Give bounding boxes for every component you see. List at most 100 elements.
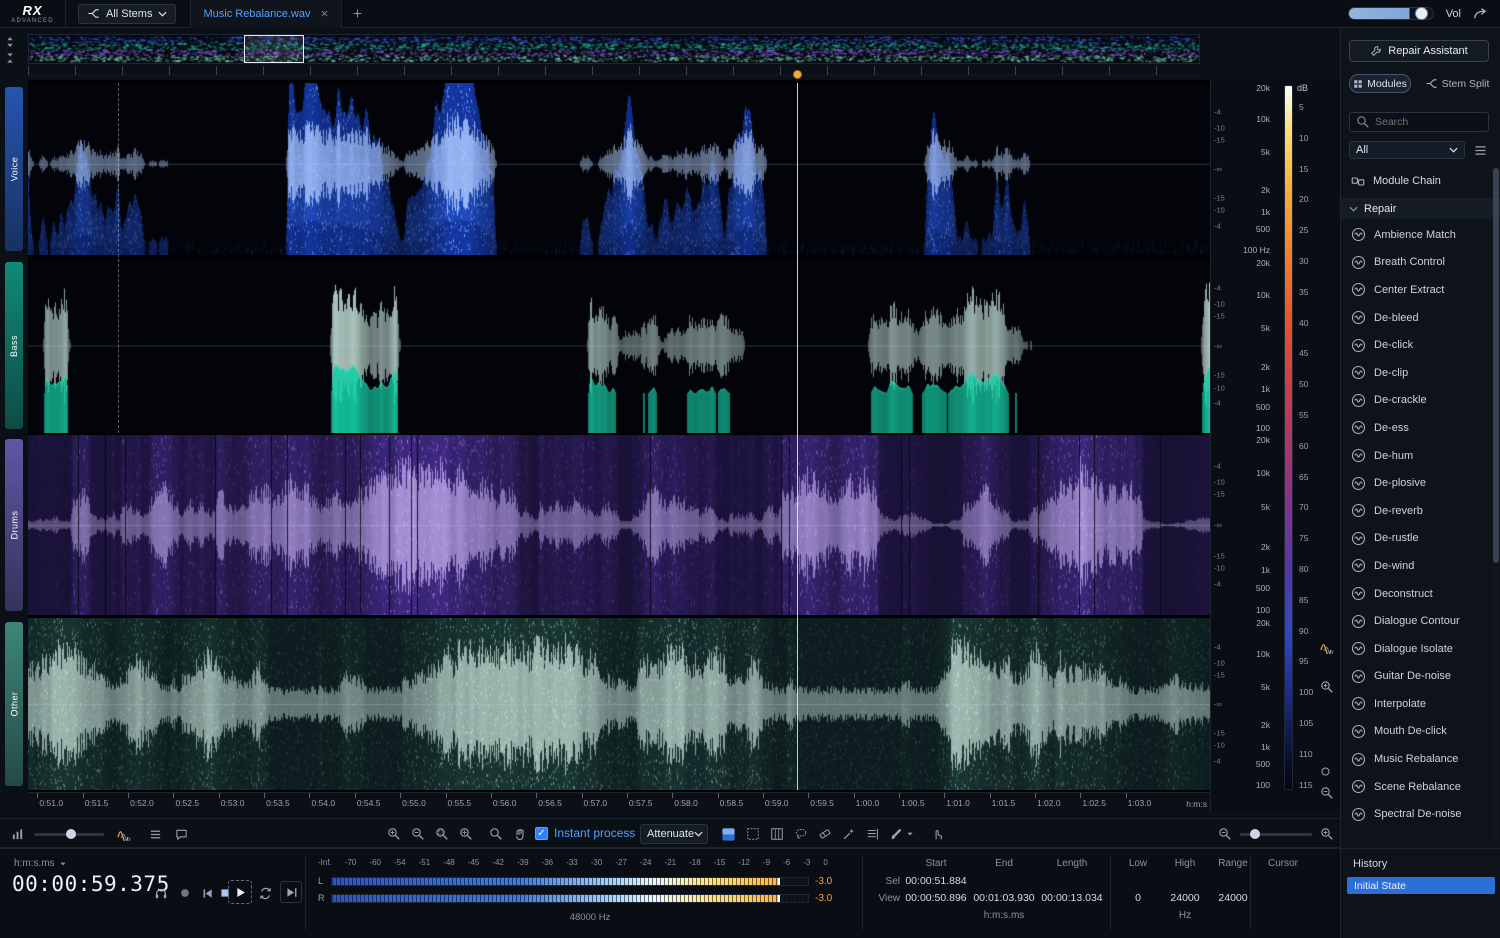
- panel-scrollbar-thumb[interactable]: [1493, 168, 1499, 563]
- instant-process-checkbox[interactable]: ✓: [535, 827, 548, 840]
- tab-stem-split[interactable]: Stem Split: [1421, 74, 1493, 93]
- module-item-label: Breath Control: [1374, 256, 1445, 268]
- module-item[interactable]: De-rustle: [1341, 525, 1493, 553]
- vertical-zoom-in-icon[interactable]: [1320, 680, 1334, 694]
- volume-slider[interactable]: [1348, 7, 1434, 20]
- module-item[interactable]: Dialogue Contour: [1341, 607, 1493, 635]
- history-item[interactable]: Initial State: [1347, 877, 1495, 894]
- volume-knob[interactable]: [1415, 7, 1428, 20]
- fit-tracks-icon[interactable]: [4, 52, 24, 64]
- comments-icon[interactable]: [172, 825, 190, 843]
- module-item[interactable]: Interpolate: [1341, 690, 1493, 718]
- track-tab-other[interactable]: Other: [5, 622, 23, 786]
- spectrogram-other[interactable]: [28, 618, 1210, 790]
- module-item[interactable]: De-clip: [1341, 359, 1493, 387]
- brush-tool-icon[interactable]: [888, 825, 906, 843]
- hzoom-out-icon[interactable]: [1216, 825, 1234, 843]
- time-tick: 0:55.0: [400, 793, 401, 798]
- menu-icon[interactable]: [1471, 142, 1489, 158]
- spectrogram-settings-icon[interactable]: [1320, 640, 1336, 654]
- new-tab-icon[interactable]: [352, 8, 363, 19]
- spectrogram-bass[interactable]: [28, 258, 1210, 433]
- module-item[interactable]: De-click: [1341, 331, 1493, 359]
- play-button[interactable]: [228, 880, 252, 904]
- module-item[interactable]: Center Extract: [1341, 276, 1493, 304]
- zoom-out-icon[interactable]: [409, 825, 427, 843]
- search-input[interactable]: [1375, 116, 1482, 128]
- stems-selector[interactable]: All Stems: [78, 4, 176, 24]
- spectrogram-voice[interactable]: [28, 83, 1210, 255]
- module-item[interactable]: Guitar De-noise: [1341, 663, 1493, 691]
- lasso-tool-icon[interactable]: [792, 825, 810, 843]
- module-item[interactable]: Spectral De-noise: [1341, 800, 1493, 828]
- time-ruler[interactable]: h:m:s 0:51.00:51.50:52.00:52.50:53.00:53…: [28, 792, 1210, 812]
- loop-button[interactable]: [256, 884, 274, 902]
- module-item[interactable]: De-wind: [1341, 552, 1493, 580]
- hzoom-knob[interactable]: [1250, 829, 1260, 839]
- hand-tool-icon[interactable]: [511, 825, 529, 843]
- share-icon[interactable]: [1473, 6, 1488, 21]
- zoom-in-icon[interactable]: [385, 825, 403, 843]
- brush-options-caret-icon[interactable]: [905, 825, 915, 843]
- module-search[interactable]: [1349, 112, 1489, 132]
- module-item[interactable]: De-ess: [1341, 414, 1493, 442]
- section-repair[interactable]: Repair: [1341, 198, 1500, 219]
- instant-process-toggle[interactable]: ✓ Instant process: [535, 826, 635, 840]
- module-item[interactable]: De-reverb: [1341, 497, 1493, 525]
- play-selection-button[interactable]: [280, 881, 302, 903]
- harmonic-select-icon[interactable]: [864, 825, 882, 843]
- record-icon[interactable]: [176, 884, 194, 902]
- magic-wand-icon[interactable]: [840, 825, 858, 843]
- freq-scale-label: 5k: [1261, 147, 1270, 157]
- skip-start-button[interactable]: [198, 884, 216, 902]
- module-chain-item[interactable]: Module Chain: [1341, 170, 1500, 192]
- output-level-icon[interactable]: [8, 825, 26, 843]
- headphones-icon[interactable]: [152, 884, 170, 902]
- time-format-select[interactable]: h:m:s.ms: [14, 858, 67, 869]
- tab-modules[interactable]: Modules: [1349, 74, 1411, 93]
- category-select[interactable]: All: [1349, 141, 1465, 159]
- overview-selection[interactable]: [244, 35, 304, 63]
- time-select-icon[interactable]: [768, 825, 786, 843]
- module-item[interactable]: De-plosive: [1341, 469, 1493, 497]
- module-item[interactable]: De-bleed: [1341, 304, 1493, 332]
- zoom-tool-icon[interactable]: [487, 825, 505, 843]
- track-tab-voice[interactable]: Voice: [5, 87, 23, 251]
- spectrogram-drums[interactable]: [28, 435, 1210, 615]
- amp-scale-label: -15: [1214, 670, 1225, 679]
- module-item[interactable]: Mouth De-click: [1341, 718, 1493, 746]
- layout-icon[interactable]: [146, 825, 164, 843]
- zoom-fit-icon[interactable]: [457, 825, 475, 843]
- module-item[interactable]: Deconstruct: [1341, 580, 1493, 608]
- eraser-tool-icon[interactable]: [816, 825, 834, 843]
- hzoom-slider[interactable]: [1240, 833, 1312, 836]
- module-icon: [1351, 448, 1366, 463]
- vertical-zoom-out-icon[interactable]: [1320, 786, 1334, 800]
- finger-tool-icon[interactable]: [928, 825, 946, 843]
- playhead-line[interactable]: [797, 83, 798, 790]
- module-item[interactable]: Dialogue Isolate: [1341, 635, 1493, 663]
- gain-slider[interactable]: [34, 833, 104, 836]
- track-tab-bass[interactable]: Bass: [5, 262, 23, 429]
- file-tab[interactable]: Music Rebalance.wav: [190, 0, 342, 28]
- overview-strip[interactable]: [28, 34, 1200, 64]
- repair-assistant-button[interactable]: Repair Assistant: [1349, 40, 1489, 62]
- module-item[interactable]: De-hum: [1341, 442, 1493, 470]
- module-item[interactable]: Breath Control: [1341, 249, 1493, 277]
- module-item[interactable]: Scene Rebalance: [1341, 773, 1493, 801]
- zoom-selection-icon[interactable]: [433, 825, 451, 843]
- module-item[interactable]: Ambience Match: [1341, 221, 1493, 249]
- color-swatch-icon[interactable]: [719, 825, 737, 843]
- playhead-handle[interactable]: [793, 70, 802, 79]
- gain-slider-knob[interactable]: [66, 829, 76, 839]
- module-item[interactable]: De-crackle: [1341, 387, 1493, 415]
- module-item[interactable]: Music Rebalance: [1341, 745, 1493, 773]
- hzoom-in-icon[interactable]: [1318, 825, 1336, 843]
- circle-toggle-icon[interactable]: [1320, 766, 1331, 777]
- track-tab-drums[interactable]: Drums: [5, 439, 23, 611]
- process-mode-select[interactable]: Attenuate: [640, 824, 708, 844]
- expand-tracks-icon[interactable]: [4, 36, 24, 48]
- time-freq-select-icon[interactable]: [744, 825, 762, 843]
- spectrogram-settings-icon[interactable]: [116, 825, 134, 843]
- close-icon[interactable]: [320, 9, 329, 18]
